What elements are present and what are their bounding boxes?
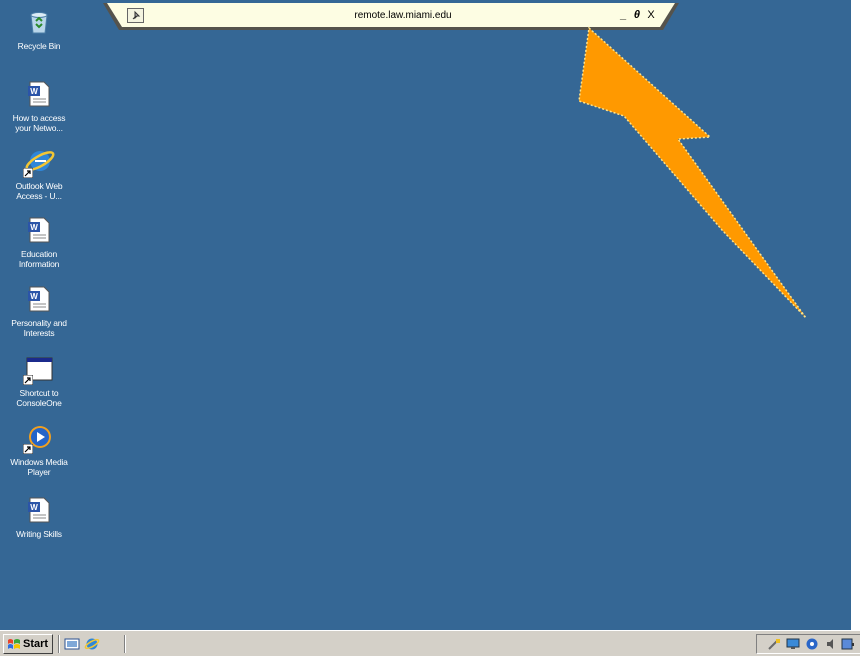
taskbar: Start [0,630,860,656]
internet-explorer-icon[interactable] [84,636,100,652]
speaker-icon[interactable] [824,637,838,651]
security-icon[interactable] [805,637,819,651]
show-desktop-icon[interactable] [64,636,80,652]
windows-flag-icon [8,639,20,649]
pointer-arrow [578,26,807,319]
taskbar-separator [124,635,126,653]
network-icon[interactable] [767,637,781,651]
start-label: Start [23,638,49,650]
start-button[interactable]: Start [3,634,53,654]
taskbar-separator [58,635,60,653]
system-tray [756,634,860,654]
screen: Recycle Bin W How to access your Netwo..… [0,0,860,656]
desktop[interactable]: Recycle Bin W How to access your Netwo..… [0,0,851,630]
app-icon[interactable] [841,637,855,651]
monitor-icon[interactable] [786,637,800,651]
